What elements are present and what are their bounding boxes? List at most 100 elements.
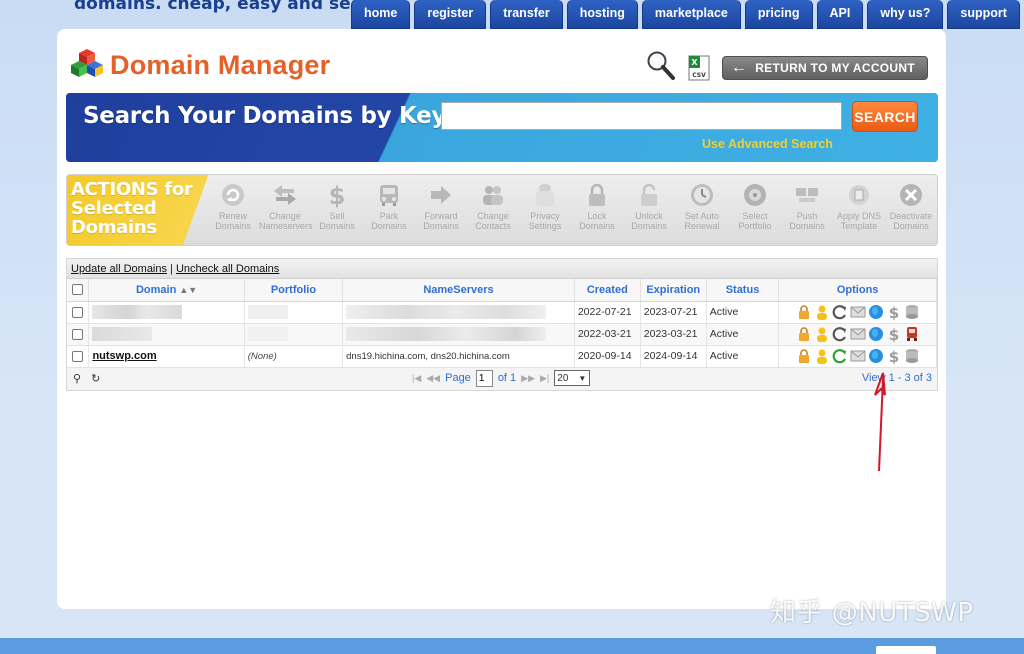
action-items: Renew Domains Change Nameservers $ Sell … [207, 181, 937, 231]
prev-page-icon[interactable]: ◀◀ [426, 373, 440, 384]
magnifier-search-icon[interactable] [644, 49, 676, 86]
nav-hosting[interactable]: hosting [566, 0, 638, 29]
row-checkbox[interactable] [72, 306, 84, 318]
lock-icon[interactable] [796, 348, 812, 364]
column-header-created[interactable]: Created [574, 279, 641, 302]
action-label: Privacy Settings [528, 211, 562, 231]
action-park-domains[interactable]: Park Domains [363, 181, 415, 231]
lock-icon[interactable] [796, 326, 812, 342]
nav-api[interactable]: API [816, 0, 864, 29]
action-sell-domains[interactable]: $ Sell Domains [311, 181, 363, 231]
database-icon[interactable] [904, 304, 920, 320]
sort-icon: ▲▼ [179, 284, 198, 295]
database-icon[interactable] [904, 348, 920, 364]
rows-per-page-value: 20 [557, 372, 569, 384]
row-checkbox[interactable] [72, 350, 84, 362]
rows-per-page-select[interactable]: 20 ▼ [554, 370, 591, 386]
csv-export-icon[interactable]: X CSV [686, 55, 712, 81]
column-header-status[interactable]: Status [706, 279, 780, 302]
action-change-nameservers[interactable]: Change Nameservers [259, 181, 313, 231]
email-icon[interactable] [850, 304, 866, 320]
domain-cell [88, 323, 245, 346]
forward-arrow-icon[interactable] [832, 326, 848, 342]
globe-dns-icon[interactable] [868, 326, 884, 342]
next-page-icon[interactable]: ▶▶ [521, 373, 535, 384]
first-page-icon[interactable]: |◀ [412, 373, 421, 384]
dollar-icon[interactable]: $ [886, 326, 902, 344]
page-number-input[interactable] [475, 369, 493, 387]
action-set-auto-renewal[interactable]: Set Auto Renewal [675, 181, 729, 231]
nav-transfer[interactable]: transfer [490, 0, 563, 29]
contact-person-icon[interactable] [814, 348, 830, 364]
column-header-portfolio[interactable]: Portfolio [244, 279, 344, 302]
redacted-domain[interactable] [92, 305, 183, 319]
change-nameservers-icon [271, 181, 299, 209]
dollar-icon: $ [323, 181, 351, 209]
contact-person-icon[interactable] [814, 326, 830, 342]
forward-arrow-icon[interactable] [832, 304, 848, 320]
portfolio-cell: (None) [244, 345, 344, 368]
globe-dns-icon[interactable] [868, 304, 884, 320]
select-all-checkbox[interactable] [72, 284, 84, 296]
actions-label-line: Domains [71, 217, 157, 238]
hosting-icon[interactable] [904, 326, 920, 342]
nav-pricing[interactable]: pricing [744, 0, 813, 29]
cubes-logo-icon [70, 47, 104, 84]
svg-text:X: X [691, 58, 698, 67]
uncheck-all-domains-link[interactable]: Uncheck all Domains [176, 263, 279, 275]
action-apply-dns-template[interactable]: Apply DNS Template [833, 181, 885, 231]
action-push-domains[interactable]: Push Domains [781, 181, 833, 231]
table-row: 2022-07-21 2023-07-21 Active $ [67, 301, 937, 324]
lock-icon[interactable] [796, 304, 812, 320]
action-change-contacts[interactable]: Change Contacts [467, 181, 519, 231]
select-all-header[interactable] [67, 279, 90, 302]
redacted-portfolio [247, 305, 288, 319]
dollar-icon[interactable]: $ [886, 304, 902, 322]
domain-link[interactable]: nutswp.com [92, 350, 156, 362]
action-privacy-settings[interactable]: Privacy Settings [519, 181, 571, 231]
keyword-search-input[interactable] [441, 102, 842, 130]
globe-dns-icon[interactable] [868, 348, 884, 364]
action-lock-domains[interactable]: Lock Domains [571, 181, 623, 231]
clock-icon [688, 181, 716, 209]
redacted-domain[interactable] [92, 327, 153, 341]
domains-table: Domain ▲▼ Portfolio NameServers Created … [67, 279, 937, 368]
nav-support[interactable]: support [947, 0, 1020, 29]
portfolio-icon [741, 181, 769, 209]
search-icon[interactable]: ⚲ [73, 372, 81, 385]
return-to-account-button[interactable]: ← RETURN TO MY ACCOUNT [721, 55, 928, 80]
action-unlock-domains[interactable]: Unlock Domains [623, 181, 675, 231]
return-button-label: RETURN TO MY ACCOUNT [755, 60, 915, 75]
row-checkbox[interactable] [72, 328, 84, 340]
column-header-domain[interactable]: Domain ▲▼ [88, 279, 245, 302]
last-page-icon[interactable]: ▶| [540, 373, 549, 384]
park-icon [375, 181, 403, 209]
search-button[interactable]: SEARCH [852, 101, 918, 132]
redacted-portfolio [247, 327, 288, 341]
column-header-expiration[interactable]: Expiration [640, 279, 707, 302]
nav-home[interactable]: home [351, 0, 411, 29]
action-label: Forward Domains [423, 211, 459, 231]
dollar-icon[interactable]: $ [886, 348, 902, 366]
email-icon[interactable] [850, 326, 866, 342]
forward-arrow-icon[interactable] [832, 348, 848, 364]
action-deactivate-domains[interactable]: Deactivate Domains [885, 181, 937, 231]
action-label: Renew Domains [215, 211, 251, 231]
contact-person-icon[interactable] [814, 304, 830, 320]
action-forward-domains[interactable]: Forward Domains [415, 181, 467, 231]
advanced-search-link[interactable]: Use Advanced Search [702, 137, 833, 151]
column-header-options: Options [778, 279, 937, 302]
nav-why-us[interactable]: why us? [867, 0, 944, 29]
domains-grid: Update all Domains | Uncheck all Domains… [66, 258, 938, 391]
column-header-nameservers[interactable]: NameServers [342, 279, 575, 302]
action-select-portfolio[interactable]: Select Portfolio [729, 181, 781, 231]
action-renew-domains[interactable]: Renew Domains [207, 181, 259, 231]
update-all-domains-link[interactable]: Update all Domains [71, 263, 167, 275]
options-cell: $ [778, 323, 937, 346]
actions-label-line: ACTIONS for [71, 179, 193, 200]
nav-marketplace[interactable]: marketplace [641, 0, 741, 29]
refresh-icon[interactable]: ↻ [91, 372, 100, 385]
table-header-row: Domain ▲▼ Portfolio NameServers Created … [67, 279, 937, 302]
email-icon[interactable] [850, 348, 866, 364]
nav-register[interactable]: register [414, 0, 487, 29]
